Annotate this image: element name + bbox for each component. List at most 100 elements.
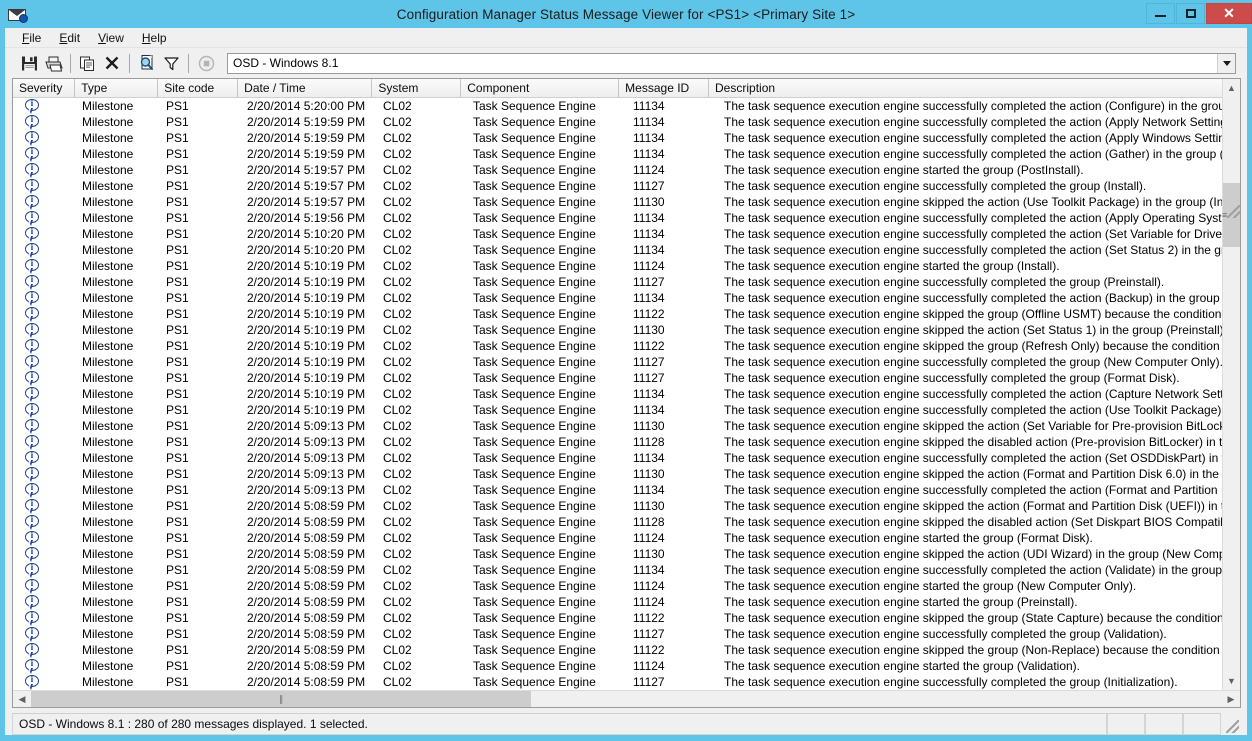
filter-icon[interactable] — [159, 51, 183, 75]
cell-system: CL02 — [383, 467, 412, 481]
cell-description: The task sequence execution engine skipp… — [724, 499, 1222, 513]
table-row[interactable]: i Milestone PS1 2/20/2014 5:08:59 PM CL02 Tas… — [13, 626, 1222, 642]
cell-type: Milestone — [82, 371, 134, 385]
resize-grip-icon[interactable] — [1221, 713, 1241, 735]
table-row[interactable]: i Milestone PS1 2/20/2014 5:09:13 PM CL02 Tas… — [13, 418, 1222, 434]
table-row[interactable]: i Milestone PS1 2/20/2014 5:08:59 PM CL02 Tas… — [13, 530, 1222, 546]
find-icon[interactable] — [135, 51, 159, 75]
scroll-down-button[interactable]: ▼ — [1223, 672, 1240, 690]
table-row[interactable]: i Milestone PS1 2/20/2014 5:09:13 PM CL02 Tas… — [13, 482, 1222, 498]
table-row[interactable]: i Milestone PS1 2/20/2014 5:08:59 PM CL02 Tas… — [13, 674, 1222, 690]
column-header-site_code[interactable]: Site code — [158, 79, 239, 97]
table-row[interactable]: i Milestone PS1 2/20/2014 5:08:59 PM CL02 Tas… — [13, 610, 1222, 626]
scroll-up-button[interactable]: ▲ — [1223, 79, 1240, 97]
table-row[interactable]: i Milestone PS1 2/20/2014 5:10:19 PM CL02 Tas… — [13, 386, 1222, 402]
cell-system: CL02 — [383, 115, 412, 129]
information-icon: i — [25, 290, 40, 306]
table-row[interactable]: i Milestone PS1 2/20/2014 5:19:57 PM CL02 Tas… — [13, 194, 1222, 210]
menu-help[interactable]: Help — [133, 29, 176, 47]
copy-icon[interactable] — [76, 51, 100, 75]
cell-message_id: 11134 — [633, 243, 665, 257]
column-header-type[interactable]: Type — [75, 79, 159, 97]
cell-site_code: PS1 — [166, 291, 189, 305]
column-header-system[interactable]: System — [372, 79, 462, 97]
cell-site_code: PS1 — [166, 403, 189, 417]
table-row[interactable]: i Milestone PS1 2/20/2014 5:19:57 PM CL02 Tas… — [13, 162, 1222, 178]
cell-description: The task sequence execution engine start… — [724, 579, 1137, 593]
table-row[interactable]: i Milestone PS1 2/20/2014 5:08:59 PM CL02 Tas… — [13, 514, 1222, 530]
table-row[interactable]: i Milestone PS1 2/20/2014 5:10:20 PM CL02 Tas… — [13, 226, 1222, 242]
maximize-button[interactable] — [1176, 3, 1205, 24]
table-row[interactable]: i Milestone PS1 2/20/2014 5:08:59 PM CL02 Tas… — [13, 594, 1222, 610]
table-row[interactable]: i Milestone PS1 2/20/2014 5:10:19 PM CL02 Tas… — [13, 290, 1222, 306]
cell-type: Milestone — [82, 147, 134, 161]
table-row[interactable]: i Milestone PS1 2/20/2014 5:10:19 PM CL02 Tas… — [13, 274, 1222, 290]
cell-site_code: PS1 — [166, 275, 189, 289]
minimize-button[interactable] — [1146, 3, 1175, 24]
table-row[interactable]: i Milestone PS1 2/20/2014 5:10:20 PM CL02 Tas… — [13, 242, 1222, 258]
cell-system: CL02 — [383, 243, 412, 257]
table-row[interactable]: i Milestone PS1 2/20/2014 5:10:19 PM CL02 Tas… — [13, 322, 1222, 338]
table-row[interactable]: i Milestone PS1 2/20/2014 5:08:59 PM CL02 Tas… — [13, 578, 1222, 594]
table-row[interactable]: i Milestone PS1 2/20/2014 5:08:59 PM CL02 Tas… — [13, 498, 1222, 514]
table-row[interactable]: i Milestone PS1 2/20/2014 5:19:56 PM CL02 Tas… — [13, 210, 1222, 226]
table-row[interactable]: i Milestone PS1 2/20/2014 5:20:00 PM CL02 Tas… — [13, 98, 1222, 114]
cell-datetime: 2/20/2014 5:10:19 PM — [247, 403, 366, 417]
column-header-datetime[interactable]: Date / Time — [238, 79, 373, 97]
chevron-down-icon[interactable] — [1217, 53, 1235, 73]
column-header-component[interactable]: Component — [461, 79, 620, 97]
title-bar[interactable]: Configuration Manager Status Message Vie… — [0, 0, 1252, 28]
cell-severity: i — [13, 114, 76, 130]
cell-site_code: PS1 — [166, 675, 189, 689]
table-row[interactable]: i Milestone PS1 2/20/2014 5:08:59 PM CL02 Tas… — [13, 642, 1222, 658]
vertical-scroll-thumb[interactable]: ≡ — [1222, 183, 1240, 247]
table-row[interactable]: i Milestone PS1 2/20/2014 5:19:59 PM CL02 Tas… — [13, 114, 1222, 130]
cell-description: The task sequence execution engine skipp… — [724, 611, 1222, 625]
delete-icon[interactable] — [100, 51, 124, 75]
save-icon[interactable] — [17, 51, 41, 75]
table-row[interactable]: i Milestone PS1 2/20/2014 5:08:59 PM CL02 Tas… — [13, 546, 1222, 562]
table-row[interactable]: i Milestone PS1 2/20/2014 5:10:19 PM CL02 Tas… — [13, 370, 1222, 386]
table-row[interactable]: i Milestone PS1 2/20/2014 5:10:19 PM CL02 Tas… — [13, 402, 1222, 418]
cell-datetime: 2/20/2014 5:09:13 PM — [247, 435, 366, 449]
cell-site_code: PS1 — [166, 531, 189, 545]
table-row[interactable]: i Milestone PS1 2/20/2014 5:08:59 PM CL02 Tas… — [13, 658, 1222, 674]
column-header-description[interactable]: Description — [709, 79, 1222, 97]
cell-site_code: PS1 — [166, 195, 189, 209]
table-row[interactable]: i Milestone PS1 2/20/2014 5:19:59 PM CL02 Tas… — [13, 130, 1222, 146]
horizontal-scroll-thumb[interactable]: ∥ — [31, 691, 532, 707]
close-icon: ✕ — [1223, 5, 1235, 21]
column-header-severity[interactable]: Severity — [13, 79, 76, 97]
cell-type: Milestone — [82, 403, 134, 417]
information-icon: i — [25, 434, 40, 450]
table-row[interactable]: i Milestone PS1 2/20/2014 5:09:13 PM CL02 Tas… — [13, 450, 1222, 466]
table-row[interactable]: i Milestone PS1 2/20/2014 5:09:13 PM CL02 Tas… — [13, 466, 1222, 482]
scroll-left-button[interactable]: ◀ — [13, 691, 31, 707]
table-row[interactable]: i Milestone PS1 2/20/2014 5:19:57 PM CL02 Tas… — [13, 178, 1222, 194]
column-header-message_id[interactable]: Message ID — [619, 79, 710, 97]
print-icon[interactable] — [41, 51, 65, 75]
vertical-scrollbar[interactable]: ▲ ≡ ▼ — [1222, 79, 1240, 690]
scroll-right-button[interactable]: ▶ — [1222, 691, 1240, 707]
cell-message_id: 11130 — [633, 323, 665, 337]
vertical-scroll-track[interactable]: ≡ — [1222, 97, 1240, 672]
table-row[interactable]: i Milestone PS1 2/20/2014 5:10:19 PM CL02 Tas… — [13, 258, 1222, 274]
table-row[interactable]: i Milestone PS1 2/20/2014 5:10:19 PM CL02 Tas… — [13, 338, 1222, 354]
cell-description: The task sequence execution engine start… — [724, 659, 1081, 673]
table-row[interactable]: i Milestone PS1 2/20/2014 5:19:59 PM CL02 Tas… — [13, 146, 1222, 162]
cell-severity: i — [13, 178, 76, 194]
cell-severity: i — [13, 194, 76, 210]
cell-severity: i — [13, 354, 76, 370]
menu-view[interactable]: View — [89, 29, 133, 47]
table-row[interactable]: i Milestone PS1 2/20/2014 5:09:13 PM CL02 Tas… — [13, 434, 1222, 450]
table-row[interactable]: i Milestone PS1 2/20/2014 5:08:59 PM CL02 Tas… — [13, 562, 1222, 578]
menu-edit[interactable]: Edit — [50, 29, 89, 47]
menu-file[interactable]: File — [13, 29, 50, 47]
horizontal-scrollbar[interactable]: ◀ ∥ ▶ — [13, 690, 1240, 707]
table-row[interactable]: i Milestone PS1 2/20/2014 5:10:19 PM CL02 Tas… — [13, 354, 1222, 370]
table-row[interactable]: i Milestone PS1 2/20/2014 5:10:19 PM CL02 Tas… — [13, 306, 1222, 322]
message-filter-combo[interactable]: OSD - Windows 8.1 — [227, 52, 1236, 74]
close-button[interactable]: ✕ — [1206, 3, 1252, 24]
stop-icon[interactable] — [194, 51, 218, 75]
horizontal-scroll-track[interactable]: ∥ — [31, 691, 1222, 707]
